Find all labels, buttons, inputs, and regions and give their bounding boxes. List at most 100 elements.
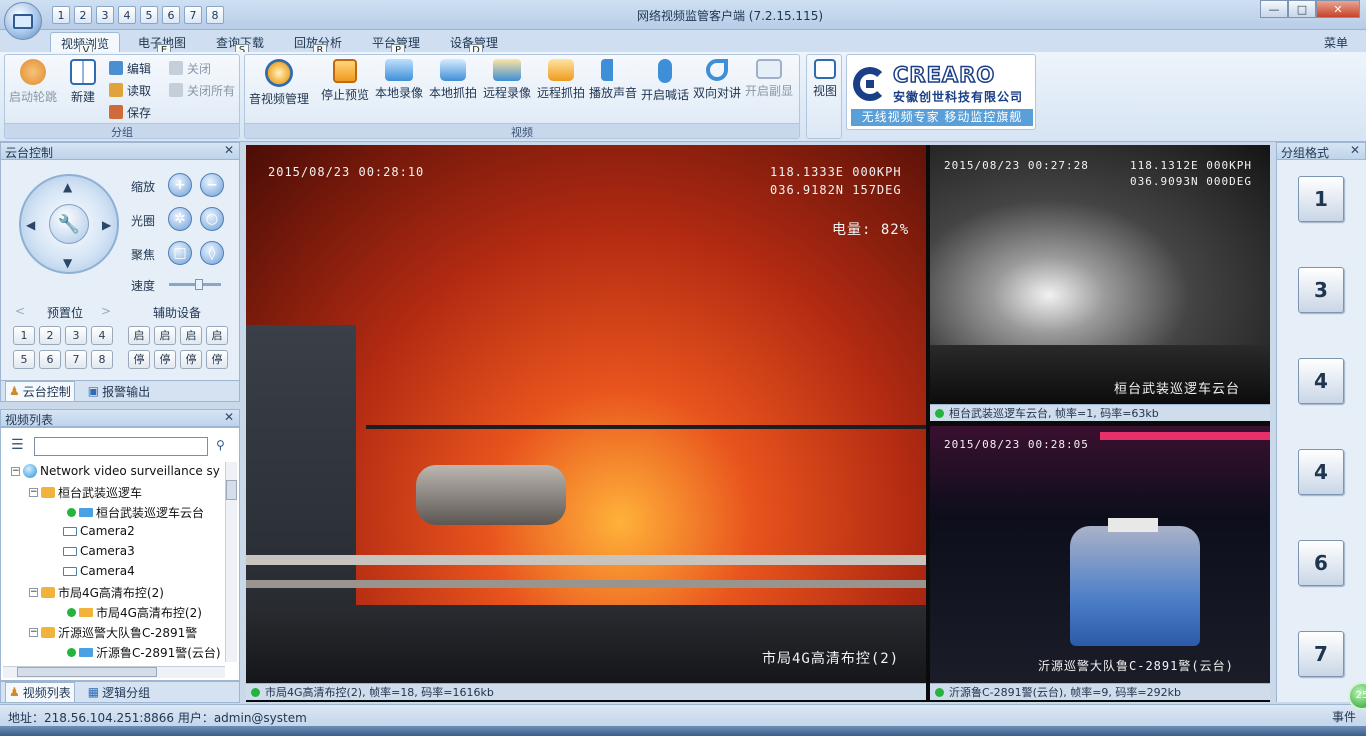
layout-3-button[interactable]: 3: [1298, 267, 1344, 313]
preset-2-button[interactable]: 2: [39, 326, 61, 345]
ptz-panel-close-icon[interactable]: ✕: [224, 143, 234, 157]
collapse-icon[interactable]: −: [29, 588, 38, 597]
aux-4-off-button[interactable]: 停: [206, 350, 228, 369]
collapse-icon[interactable]: −: [29, 488, 38, 497]
tab-alarm-output[interactable]: ▣ 报警输出: [85, 382, 153, 401]
video-window-bottom-right[interactable]: 2015/08/23 00:28:05 沂源巡警大队鲁C-2891警(云台): [930, 426, 1270, 683]
focus-far-icon[interactable]: ◊: [200, 241, 224, 265]
aux-2-on-button[interactable]: 启: [154, 326, 176, 345]
zoom-out-icon[interactable]: −: [200, 173, 224, 197]
preset-1-button[interactable]: 1: [13, 326, 35, 345]
preset-4-button[interactable]: 4: [91, 326, 113, 345]
aux-1-on-button[interactable]: 启: [128, 326, 150, 345]
layout-6-button[interactable]: 6: [1298, 540, 1344, 586]
ptz-up-arrow-icon[interactable]: ▲: [63, 180, 72, 194]
video-window-top-right[interactable]: 2015/08/23 00:27:28 118.1312E 000KPH 036…: [930, 145, 1270, 404]
preset-3-button[interactable]: 3: [65, 326, 87, 345]
quick-access-7[interactable]: 7: [184, 6, 202, 24]
save-button[interactable]: 保存: [109, 103, 151, 121]
tab-video-list[interactable]: ♟ 视频列表: [5, 681, 75, 703]
new-button[interactable]: 新建: [57, 59, 109, 105]
horizontal-scrollbar[interactable]: [3, 666, 225, 678]
video-search-input[interactable]: [34, 437, 208, 456]
aux-1-off-button[interactable]: 停: [128, 350, 150, 369]
speed-slider-handle[interactable]: [195, 279, 203, 290]
ptz-right-arrow-icon[interactable]: ▶: [102, 218, 111, 232]
tree-item-camera[interactable]: 沂源鲁C-2891警(云台): [67, 644, 221, 661]
collapse-icon[interactable]: −: [11, 466, 20, 476]
quick-access-5[interactable]: 5: [140, 6, 158, 24]
local-record-button[interactable]: 本地录像: [373, 59, 425, 101]
app-menu-button[interactable]: [4, 2, 42, 40]
view-button[interactable]: 视图: [799, 59, 851, 99]
layout-panel-close-icon[interactable]: ✕: [1350, 143, 1360, 157]
tree-root[interactable]: − Network video surveillance sy: [11, 464, 220, 478]
ptz-direction-pad[interactable]: ▲ ▼ ◀ ▶ 🔧: [19, 174, 119, 274]
aux-3-off-button[interactable]: 停: [180, 350, 202, 369]
focus-near-icon[interactable]: □: [168, 241, 192, 265]
layout-1-button[interactable]: 1: [1298, 176, 1344, 222]
tree-item-camera[interactable]: 桓台武装巡逻车云台: [67, 504, 204, 521]
preset-7-button[interactable]: 7: [65, 350, 87, 369]
stop-preview-button[interactable]: 停止预览: [319, 59, 371, 103]
layout-4a-button[interactable]: 4: [1298, 358, 1344, 404]
aux-3-on-button[interactable]: 启: [180, 326, 202, 345]
zoom-in-icon[interactable]: +: [168, 173, 192, 197]
local-snapshot-button[interactable]: 本地抓拍: [427, 59, 479, 101]
h-scrollbar-thumb[interactable]: [17, 667, 157, 677]
start-broadcast-button[interactable]: 开启喊话: [639, 59, 691, 103]
video-window-main[interactable]: 2015/08/23 00:28:10 118.1333E 000KPH 036…: [246, 145, 926, 683]
search-icon[interactable]: ⚲: [216, 438, 225, 452]
tree-item-vehicle[interactable]: − 市局4G高清布控(2): [29, 584, 164, 601]
edit-button[interactable]: 编辑: [109, 59, 151, 77]
video-list-close-icon[interactable]: ✕: [224, 410, 234, 424]
two-way-talk-button[interactable]: 双向对讲: [691, 59, 743, 101]
close-group-button[interactable]: 关闭: [169, 59, 211, 77]
close-button[interactable]: ✕: [1316, 0, 1360, 18]
ptz-tab-bar: ♟ 云台控制 ▣ 报警输出: [0, 380, 240, 402]
play-sound-button[interactable]: 播放声音: [587, 59, 639, 101]
quick-access-2[interactable]: 2: [74, 6, 92, 24]
av-management-button[interactable]: 音视频管理: [247, 59, 311, 107]
preset-next-button[interactable]: >: [101, 304, 111, 318]
tree-item-vehicle[interactable]: − 沂源巡警大队鲁C-2891警: [29, 624, 197, 641]
tree-item-camera[interactable]: 市局4G高清布控(2): [67, 604, 202, 621]
iris-open-icon[interactable]: ✲: [168, 207, 192, 231]
tab-logic-group[interactable]: ▦ 逻辑分组: [85, 683, 153, 702]
close-all-button[interactable]: 关闭所有: [169, 81, 235, 99]
secondary-display-button[interactable]: 开启副显: [743, 59, 795, 99]
quick-access-6[interactable]: 6: [162, 6, 180, 24]
tree-item-camera[interactable]: Camera3: [63, 544, 135, 558]
ptz-left-arrow-icon[interactable]: ◀: [26, 218, 35, 232]
quick-access-8[interactable]: 8: [206, 6, 224, 24]
aux-2-off-button[interactable]: 停: [154, 350, 176, 369]
quick-access-4[interactable]: 4: [118, 6, 136, 24]
read-button[interactable]: 读取: [109, 81, 151, 99]
menu-button[interactable]: 菜单: [1324, 34, 1348, 51]
vertical-scrollbar[interactable]: [225, 462, 237, 662]
list-menu-icon[interactable]: ☰: [11, 437, 24, 453]
preset-prev-button[interactable]: <: [15, 304, 25, 318]
start-tour-button[interactable]: 启动轮跳: [7, 59, 59, 105]
maximize-button[interactable]: □: [1288, 0, 1316, 18]
tree-item-camera[interactable]: Camera2: [63, 524, 135, 538]
minimize-button[interactable]: —: [1260, 0, 1288, 18]
preset-8-button[interactable]: 8: [91, 350, 113, 369]
collapse-icon[interactable]: −: [29, 628, 38, 637]
layout-7-button[interactable]: 7: [1298, 631, 1344, 677]
ptz-down-arrow-icon[interactable]: ▼: [63, 256, 72, 270]
quick-access-3[interactable]: 3: [96, 6, 114, 24]
tree-item-camera[interactable]: Camera4: [63, 564, 135, 578]
preset-6-button[interactable]: 6: [39, 350, 61, 369]
iris-close-icon[interactable]: ○: [200, 207, 224, 231]
tree-item-vehicle[interactable]: − 桓台武装巡逻车: [29, 484, 142, 501]
layout-4b-button[interactable]: 4: [1298, 449, 1344, 495]
scrollbar-thumb[interactable]: [226, 480, 237, 500]
tab-ptz-control[interactable]: ♟ 云台控制: [5, 380, 75, 402]
remote-snapshot-button[interactable]: 远程抓拍: [535, 59, 587, 101]
quick-access-1[interactable]: 1: [52, 6, 70, 24]
ptz-lock-icon[interactable]: 🔧: [49, 204, 89, 244]
remote-record-button[interactable]: 远程录像: [481, 59, 533, 101]
preset-5-button[interactable]: 5: [13, 350, 35, 369]
aux-4-on-button[interactable]: 启: [206, 326, 228, 345]
